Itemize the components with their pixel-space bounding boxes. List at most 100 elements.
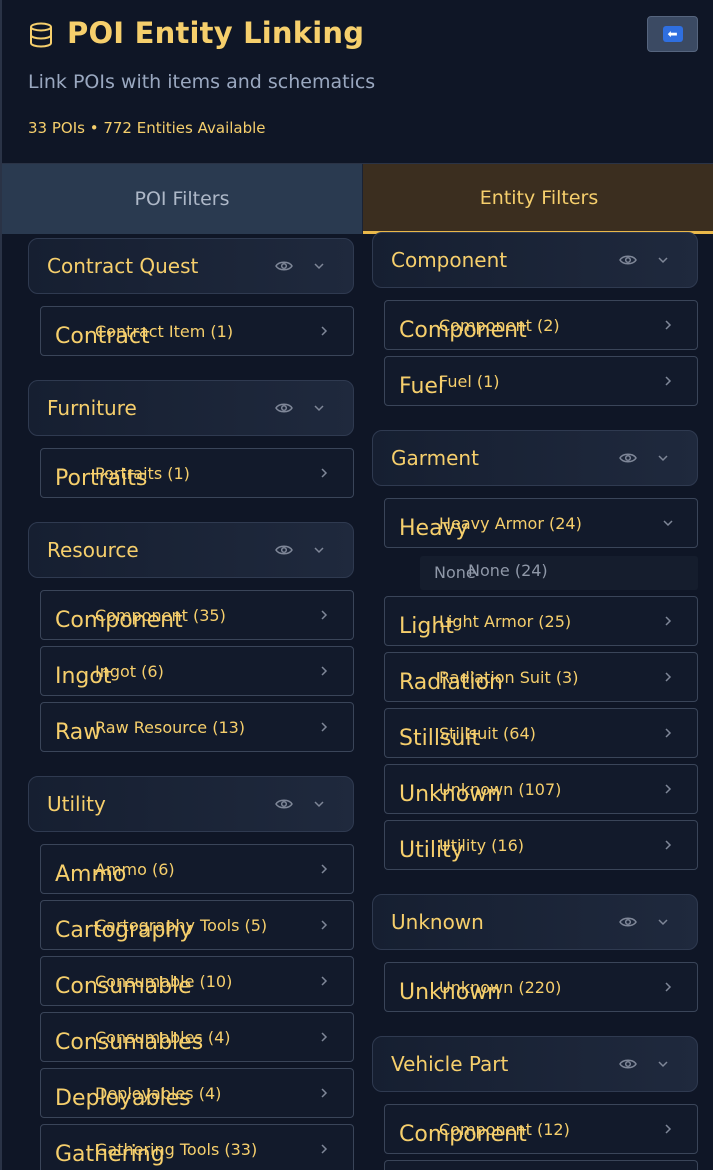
subcategory-gathering-tools[interactable]: Gathering Gathering Tools (33) [40,1124,354,1170]
chevron-right-icon [321,722,328,732]
chevron-right-icon [665,616,672,626]
group-header-furniture[interactable]: Furniture [28,380,354,436]
eye-icon[interactable] [275,797,293,811]
group-label: Contract Quest [47,254,199,278]
subcategory-label: Raw Resource (13) [95,718,246,737]
group-label: Unknown [391,910,484,934]
subcategory-component[interactable]: Component Component (2) [384,300,698,350]
subcategory-unknown[interactable]: Unknown Unknown (107) [384,764,698,814]
subcategory-label: Deployables (4) [95,1084,222,1103]
subcategory-partial[interactable] [384,1160,698,1170]
chevron-down-icon[interactable] [312,543,326,557]
subcategory-consumable[interactable]: Consumable Consumable (10) [40,956,354,1006]
chevron-right-icon [321,468,328,478]
group-header-unknown[interactable]: Unknown [372,894,698,950]
group-header-vehicle-part[interactable]: Vehicle Part [372,1036,698,1092]
subcategory-portraits[interactable]: Portraits Portraits (1) [40,448,354,498]
group-label: Resource [47,538,139,562]
subcategory-short-label: Fuel [399,374,445,399]
leaf-label: None (24) [468,561,548,580]
subcategory-label: Fuel (1) [439,372,500,391]
subcategory-label: Radiation Suit (3) [439,668,579,687]
subcategory-label: Stillsuit (64) [439,724,536,743]
leaf-none[interactable]: None None (24) [420,556,698,590]
chevron-right-icon [321,1032,328,1042]
subcategory-radiation-suit[interactable]: Radiation Radiation Suit (3) [384,652,698,702]
subcategory-label: Contract Item (1) [95,322,234,341]
chevron-down-icon[interactable] [656,451,670,465]
chevron-right-icon [665,376,672,386]
chevron-right-icon [665,728,672,738]
chevron-right-icon [665,982,672,992]
chevron-right-icon [665,320,672,330]
chevron-down-icon[interactable] [312,259,326,273]
subcategory-component[interactable]: Component Component (12) [384,1104,698,1154]
chevron-right-icon [321,864,328,874]
filter-tabs: POI Filters Entity Filters [2,163,713,234]
subcategory-label: Consumable (10) [95,972,233,991]
subcategory-label: Gathering Tools (33) [95,1140,258,1159]
group-label: Furniture [47,396,137,420]
back-button[interactable]: ⬅ [647,16,698,52]
back-arrow-icon: ⬅ [662,26,683,42]
group-label: Component [391,248,508,272]
subcategory-label: Light Armor (25) [439,612,572,631]
chevron-down-icon[interactable] [312,797,326,811]
chevron-down-icon[interactable] [656,1057,670,1071]
chevron-right-icon [321,1088,328,1098]
eye-icon[interactable] [619,1057,637,1071]
subcategory-utility[interactable]: Utility Utility (16) [384,820,698,870]
chevron-down-icon[interactable] [656,253,670,267]
tab-poi-filters[interactable]: POI Filters [2,164,363,234]
group-header-contract-quest[interactable]: Contract Quest [28,238,354,294]
subcategory-label: Consumables (4) [95,1028,231,1047]
subcategory-label: Unknown (220) [439,978,562,997]
subcategory-deployables[interactable]: Deployables Deployables (4) [40,1068,354,1118]
subcategory-ammo[interactable]: Ammo Ammo (6) [40,844,354,894]
eye-icon[interactable] [619,915,637,929]
subcategory-heavy-armor[interactable]: Heavy Heavy Armor (24) [384,498,698,548]
chevron-right-icon [321,1144,328,1154]
chevron-down-icon[interactable] [312,401,326,415]
subcategory-label: Utility (16) [439,836,524,855]
group-label: Utility [47,792,106,816]
chevron-right-icon [665,784,672,794]
chevron-right-icon [321,326,328,336]
subcategory-label: Component (2) [439,316,560,335]
group-label: Garment [391,446,479,470]
group-header-component[interactable]: Component [372,232,698,288]
subcategory-label: Cartography Tools (5) [95,916,268,935]
eye-icon[interactable] [275,543,293,557]
chevron-down-icon [663,520,673,527]
subcategory-label: Component (35) [95,606,226,625]
subcategory-cartography-tools[interactable]: Cartography Cartography Tools (5) [40,900,354,950]
eye-icon[interactable] [619,451,637,465]
subcategory-component[interactable]: Component Component (35) [40,590,354,640]
tab-entity-filters[interactable]: Entity Filters [363,164,713,234]
eye-icon[interactable] [275,401,293,415]
subcategory-consumables[interactable]: Consumables Consumables (4) [40,1012,354,1062]
entity-counts: 33 POIs • 772 Entities Available [28,119,266,137]
group-label: Vehicle Part [391,1052,509,1076]
subcategory-unknown[interactable]: Unknown Unknown (220) [384,962,698,1012]
chevron-right-icon [321,666,328,676]
subcategory-stillsuit[interactable]: Stillsuit Stillsuit (64) [384,708,698,758]
chevron-down-icon[interactable] [656,915,670,929]
chevron-right-icon [665,1124,672,1134]
subcategory-label: Ingot (6) [95,662,164,681]
subcategory-contract-item[interactable]: Contract Contract Item (1) [40,306,354,356]
subcategory-fuel[interactable]: Fuel Fuel (1) [384,356,698,406]
subcategory-label: Portraits (1) [95,464,190,483]
group-header-utility[interactable]: Utility [28,776,354,832]
header: POI Entity Linking Link POIs with items … [2,0,713,163]
subcategory-raw-resource[interactable]: Raw Raw Resource (13) [40,702,354,752]
eye-icon[interactable] [275,259,293,273]
group-header-garment[interactable]: Garment [372,430,698,486]
subcategory-ingot[interactable]: Ingot Ingot (6) [40,646,354,696]
subcategory-light-armor[interactable]: Light Light Armor (25) [384,596,698,646]
eye-icon[interactable] [619,253,637,267]
app-frame: POI Entity Linking Link POIs with items … [0,0,713,1170]
chevron-right-icon [665,840,672,850]
chevron-right-icon [665,672,672,682]
group-header-resource[interactable]: Resource [28,522,354,578]
